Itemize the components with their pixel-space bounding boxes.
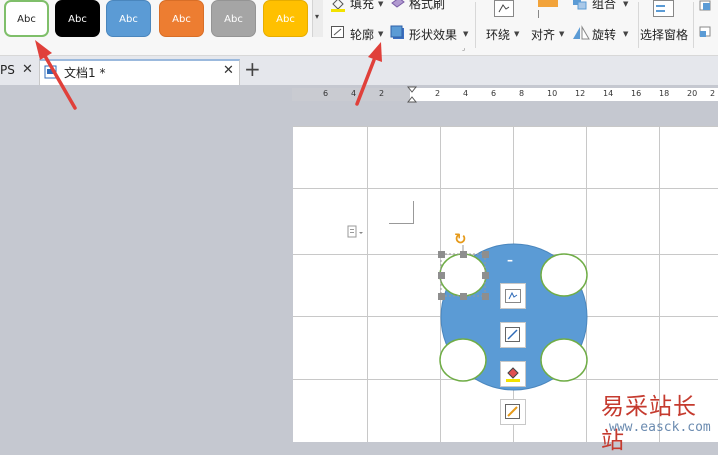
red-arrow-to-style-preset: [43, 54, 77, 110]
red-arrow-head: [368, 42, 382, 62]
red-arrow-head: [35, 40, 52, 60]
watermark-url: www.easck.com: [609, 420, 711, 435]
annotation-arrows: [35, 40, 382, 110]
red-arrow-to-outline: [355, 58, 376, 106]
